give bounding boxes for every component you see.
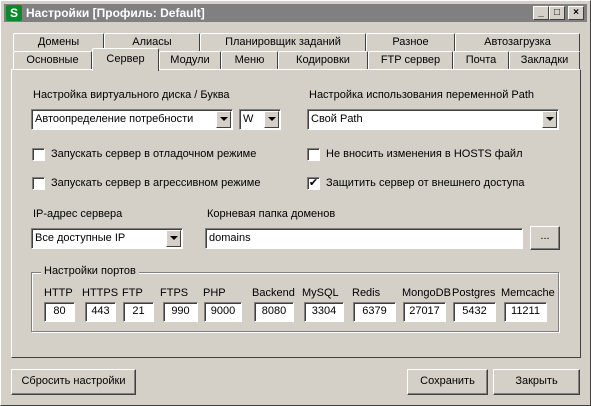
- port-input-postgres[interactable]: 5432: [453, 302, 496, 322]
- chevron-down-icon[interactable]: [542, 111, 557, 128]
- title-bar[interactable]: S Настройки [Профиль: Default] _ □ ×: [4, 4, 587, 22]
- port-input-https[interactable]: 443: [85, 302, 116, 322]
- port-label-mysql: MySQL: [302, 287, 339, 299]
- tab-encodings[interactable]: Кодировки: [278, 51, 368, 69]
- window-title: Настройки [Профиль: Default]: [26, 6, 205, 20]
- tab-menu[interactable]: Меню: [221, 51, 278, 69]
- settings-window: S Настройки [Профиль: Default] _ □ × Дом…: [0, 0, 591, 406]
- tab-domains[interactable]: Домены: [13, 33, 104, 51]
- tab-modules[interactable]: Модули: [159, 51, 221, 69]
- root-folder-label: Корневая папка доменов: [207, 208, 336, 220]
- port-input-redis[interactable]: 6379: [353, 302, 396, 322]
- port-label-backend: Backend: [252, 287, 295, 299]
- port-input-mongodb[interactable]: 27017: [403, 302, 446, 322]
- hosts-file-label: Не вносить изменения в HOSTS файл: [326, 148, 523, 160]
- port-input-mysql[interactable]: 3304: [304, 302, 344, 322]
- tab-autostart[interactable]: Автозагрузка: [455, 33, 580, 51]
- port-label-mongodb: MongoDB: [402, 287, 451, 299]
- ports-group: Настройки портов HTTP 80 HTTPS 443 FTP 2…: [31, 265, 559, 332]
- minimize-button[interactable]: _: [533, 6, 549, 20]
- maximize-button[interactable]: □: [549, 6, 565, 20]
- tab-scheduler[interactable]: Планировщик заданий: [200, 33, 366, 51]
- path-select[interactable]: Свой Path: [307, 109, 559, 130]
- port-label-redis: Redis: [352, 287, 381, 299]
- port-label-https: HTTPS: [82, 287, 119, 299]
- port-input-memcache[interactable]: 11211: [504, 302, 547, 322]
- port-input-http[interactable]: 80: [44, 302, 75, 322]
- port-input-ftp[interactable]: 21: [123, 302, 154, 322]
- hosts-file-checkbox[interactable]: [307, 148, 320, 161]
- ports-group-title: Настройки портов: [41, 265, 139, 277]
- browse-button[interactable]: ...: [530, 226, 560, 250]
- port-input-backend[interactable]: 8080: [254, 302, 294, 322]
- root-folder-input[interactable]: domains: [205, 228, 523, 249]
- reset-settings-button[interactable]: Сбросить настройки: [11, 369, 136, 395]
- aggressive-mode-label: Запускать сервер в агрессивном режиме: [51, 177, 261, 189]
- tab-mail[interactable]: Почта: [453, 51, 509, 69]
- port-label-ftps: FTPS: [160, 287, 189, 299]
- chevron-down-icon[interactable]: [264, 111, 279, 128]
- close-button[interactable]: Закрыть: [493, 369, 580, 395]
- tab-general[interactable]: Основные: [13, 51, 92, 69]
- port-input-ftps[interactable]: 990: [163, 302, 198, 322]
- close-window-button[interactable]: ×: [568, 6, 584, 20]
- tab-misc[interactable]: Разное: [366, 33, 455, 51]
- ip-value: Все доступные IP: [35, 232, 126, 244]
- tab-server[interactable]: Сервер: [92, 48, 159, 71]
- app-icon: S: [6, 5, 22, 21]
- port-label-postgres: Postgres: [452, 287, 496, 299]
- ip-select[interactable]: Все доступные IP: [31, 228, 183, 249]
- vdisk-value: Автоопределение потребности: [35, 113, 194, 125]
- port-label-php: PHP: [203, 287, 226, 299]
- tab-ftp-server[interactable]: FTP сервер: [368, 51, 453, 69]
- tab-bookmarks[interactable]: Закладки: [509, 51, 580, 69]
- drive-letter-value: W: [243, 113, 254, 125]
- chevron-down-icon[interactable]: [166, 230, 181, 247]
- ip-label: IP-адрес сервера: [33, 208, 123, 220]
- port-label-ftp: FTP: [122, 287, 143, 299]
- save-button[interactable]: Сохранить: [407, 369, 488, 395]
- chevron-down-icon[interactable]: [216, 111, 231, 128]
- drive-letter-select[interactable]: W: [239, 109, 281, 130]
- aggressive-mode-checkbox[interactable]: [32, 177, 45, 190]
- port-label-memcache: Memcache: [501, 287, 555, 299]
- path-value: Свой Path: [311, 113, 363, 125]
- port-label-http: HTTP: [44, 287, 73, 299]
- root-folder-value: domains: [209, 232, 251, 244]
- protect-server-checkbox[interactable]: ✔: [307, 177, 320, 190]
- debug-mode-label: Запускать сервер в отладочном режиме: [51, 148, 257, 160]
- debug-mode-checkbox[interactable]: [32, 148, 45, 161]
- path-label: Настройка использования переменной Path: [309, 89, 535, 101]
- port-input-php[interactable]: 9000: [204, 302, 242, 322]
- vdisk-label: Настройка виртуального диска / Буква: [33, 89, 230, 101]
- vdisk-select[interactable]: Автоопределение потребности: [31, 109, 233, 130]
- protect-server-label: Защитить сервер от внешнего доступа: [326, 177, 525, 189]
